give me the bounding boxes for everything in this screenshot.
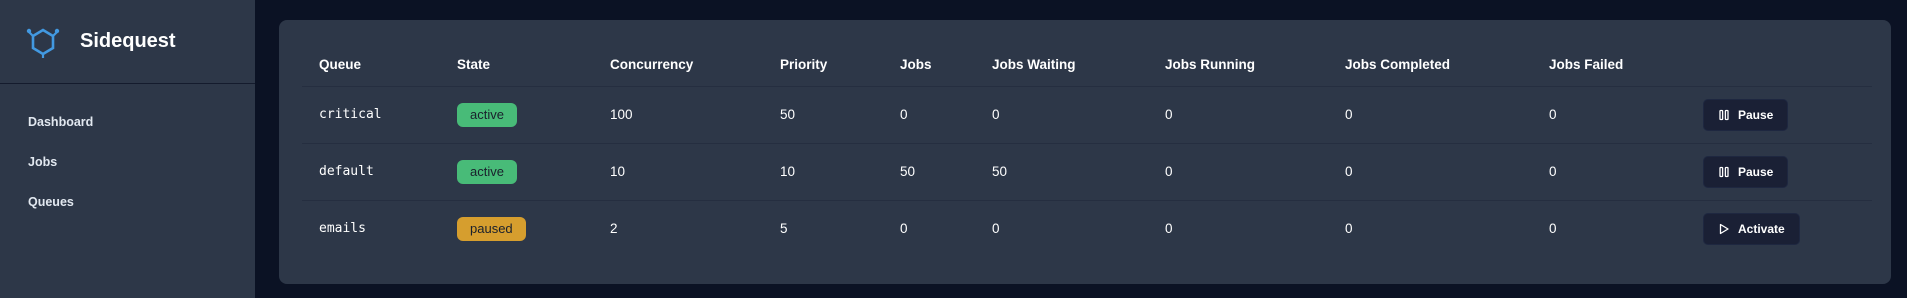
jobs-value: 50 — [883, 143, 975, 201]
header-state: State — [440, 44, 593, 87]
pause-button[interactable]: Pause — [1703, 98, 1789, 131]
jobs-running-value: 0 — [1165, 221, 1173, 237]
header-priority: Priority — [763, 44, 883, 87]
pause-icon — [1719, 109, 1729, 120]
jobs-running-value: 0 — [1148, 86, 1328, 144]
jobs-failed-value: 0 — [1549, 221, 1557, 237]
jobs-waiting-value: 0 — [975, 86, 1148, 144]
header-jobs-completed: Jobs Completed — [1328, 44, 1532, 87]
status-badge: active — [457, 102, 517, 127]
table-row: emails paused 2 5 0 0 0 0 0 Activate — [302, 200, 1872, 257]
table-row: default active 10 10 50 50 0 0 0 Pause — [302, 143, 1872, 201]
queue-name[interactable]: critical — [302, 86, 440, 144]
state-cell: paused — [440, 200, 593, 257]
queues-panel: Queue State Concurrency Priority Jobs Jo… — [279, 20, 1891, 284]
activate-button[interactable]: Activate — [1703, 212, 1800, 245]
action-cell: Pause — [1686, 143, 1872, 201]
state-cell: active — [440, 86, 593, 144]
jobs-waiting-value: 50 — [975, 143, 1148, 201]
header-jobs-waiting: Jobs Waiting — [975, 44, 1148, 87]
header-jobs-failed: Jobs Failed — [1532, 44, 1686, 87]
header-actions — [1686, 44, 1872, 87]
concurrency-value: 2 — [610, 221, 618, 237]
jobs-completed-value: 0 — [1345, 221, 1353, 237]
play-icon — [1719, 223, 1729, 234]
activate-button-label: Activate — [1738, 221, 1785, 236]
jobs-failed-value: 0 — [1532, 86, 1686, 144]
sidebar: Sidequest Dashboard Jobs Queues — [0, 0, 255, 298]
sidebar-item-jobs[interactable]: Jobs — [0, 142, 255, 182]
action-cell: Activate — [1686, 200, 1872, 257]
queue-name[interactable]: emails — [302, 200, 440, 257]
status-badge: paused — [457, 216, 526, 241]
table-row: critical active 100 50 0 0 0 0 0 Pause — [302, 86, 1872, 144]
queues-table: Queue State Concurrency Priority Jobs Jo… — [302, 44, 1872, 257]
brand[interactable]: Sidequest — [0, 0, 255, 84]
app-name: Sidequest — [80, 30, 176, 52]
jobs-completed-value: 0 — [1328, 143, 1532, 201]
action-cell: Pause — [1686, 86, 1872, 144]
jobs-value: 0 — [883, 86, 975, 144]
queue-name[interactable]: default — [302, 143, 440, 201]
pause-button[interactable]: Pause — [1703, 155, 1789, 188]
state-cell: active — [440, 143, 593, 201]
sidebar-item-dashboard[interactable]: Dashboard — [0, 102, 255, 142]
priority-value: 5 — [780, 221, 788, 237]
jobs-waiting-value: 0 — [992, 221, 1000, 237]
header-concurrency: Concurrency — [593, 44, 763, 87]
header-jobs-running: Jobs Running — [1148, 44, 1328, 87]
concurrency-value: 10 — [593, 143, 763, 201]
priority-value: 50 — [763, 86, 883, 144]
pause-button-label: Pause — [1738, 107, 1774, 122]
priority-value: 10 — [763, 143, 883, 201]
hexagon-network-icon — [26, 25, 60, 59]
jobs-failed-value: 0 — [1532, 143, 1686, 201]
jobs-value: 0 — [900, 221, 908, 237]
header-queue: Queue — [302, 44, 440, 87]
jobs-completed-value: 0 — [1328, 86, 1532, 144]
concurrency-value: 100 — [593, 86, 763, 144]
table-header-row: Queue State Concurrency Priority Jobs Jo… — [302, 44, 1872, 87]
jobs-running-value: 0 — [1148, 143, 1328, 201]
pause-button-label: Pause — [1738, 164, 1774, 179]
sidebar-nav: Dashboard Jobs Queues — [0, 84, 255, 222]
status-badge: active — [457, 159, 517, 184]
sidebar-item-queues[interactable]: Queues — [0, 182, 255, 222]
pause-icon — [1719, 166, 1729, 177]
header-jobs: Jobs — [883, 44, 975, 87]
